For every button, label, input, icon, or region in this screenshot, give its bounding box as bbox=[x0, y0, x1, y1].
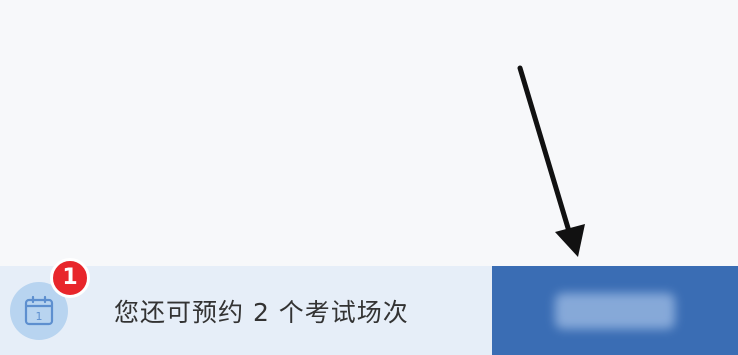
app-screen: 1 1 您还可预约 2 个考试场次 bbox=[0, 0, 738, 355]
booking-bottom-bar: 1 1 您还可预约 2 个考试场次 bbox=[0, 257, 738, 355]
calendar-day-number: 1 bbox=[36, 310, 43, 323]
booking-action-button[interactable] bbox=[492, 266, 738, 355]
notification-badge: 1 bbox=[50, 257, 90, 298]
calendar-button[interactable]: 1 1 bbox=[10, 257, 90, 340]
remaining-bookings-text: 您还可预约 2 个考试场次 bbox=[114, 297, 409, 327]
calendar-icon: 1 bbox=[24, 295, 54, 325]
blank-content-area bbox=[0, 0, 738, 266]
obscured-button-label bbox=[555, 292, 675, 329]
booking-info-panel: 1 1 您还可预约 2 个考试场次 bbox=[0, 257, 492, 355]
